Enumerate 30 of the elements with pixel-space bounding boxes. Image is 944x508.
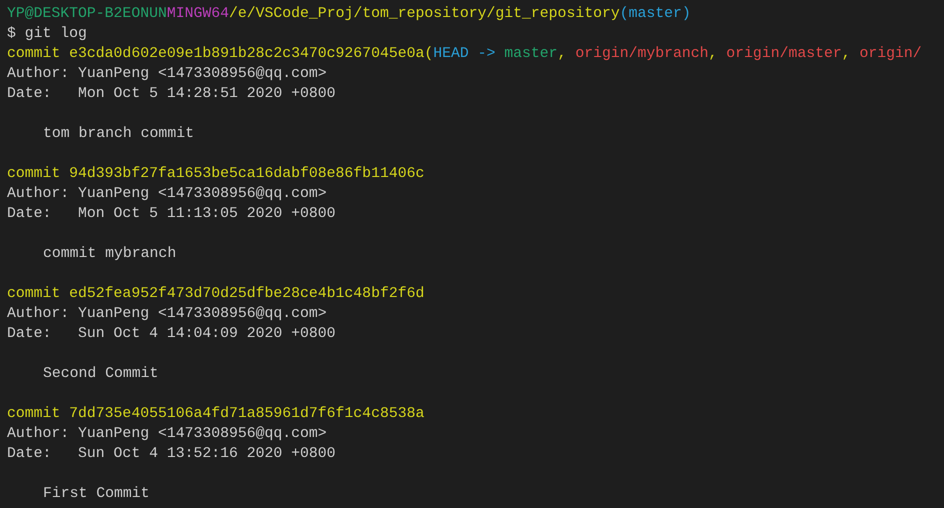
commit-message-text: First Commit bbox=[43, 486, 150, 502]
ref-name-text: master bbox=[504, 46, 558, 62]
ref-name-text: origin/master bbox=[726, 46, 842, 62]
author-text: Author: YuanPeng <1473308956@qq.com> bbox=[7, 66, 327, 82]
commit-hash-text: commit 94d393bf27fa1653be5ca16dabf08e86fb11406c bbox=[7, 166, 424, 182]
date-text: Date: Sun Oct 4 13:52:16 2020 +0800 bbox=[7, 446, 336, 462]
user-host-text: YP@DESKTOP-B2EONUN bbox=[7, 6, 167, 22]
commit-message-text: Second Commit bbox=[43, 366, 158, 382]
branch-text: (master) bbox=[620, 6, 691, 22]
commit-hash-text: commit ed52fea952f473d70d25dfbe28ce4b1c48bf2f6d bbox=[7, 286, 424, 302]
punctuation-text: , bbox=[842, 46, 852, 62]
punctuation-text: , bbox=[558, 46, 568, 62]
author-text: Author: YuanPeng <1473308956@qq.com> bbox=[7, 426, 327, 442]
system-text: MINGW64 bbox=[166, 6, 230, 22]
commit-message-text: commit mybranch bbox=[43, 246, 176, 262]
ref-name-text: origin/ bbox=[860, 46, 922, 62]
date-text: Date: Mon Oct 5 14:28:51 2020 +0800 bbox=[7, 86, 336, 102]
punctuation-text: , bbox=[708, 46, 718, 62]
author-text: Author: YuanPeng <1473308956@qq.com> bbox=[7, 186, 327, 202]
ref-name-text: HEAD -> bbox=[433, 46, 496, 62]
date-text: Date: Sun Oct 4 14:04:09 2020 +0800 bbox=[7, 326, 336, 342]
commit-message-text: tom branch commit bbox=[43, 126, 194, 142]
ref-name-text: origin/mybranch bbox=[575, 46, 709, 62]
punctuation-text: ( bbox=[424, 46, 434, 62]
commit-hash-text: commit e3cda0d602e09e1b891b28c2c3470c9267045e0a bbox=[7, 46, 424, 62]
path-text: /e/VSCode_Proj/tom_repository/git_repository bbox=[229, 6, 620, 22]
commit-hash-text: commit 7dd735e4055106a4fd71a85961d7f6f1c4c8538a bbox=[7, 406, 424, 422]
date-text: Date: Mon Oct 5 11:13:05 2020 +0800 bbox=[7, 206, 336, 222]
author-text: Author: YuanPeng <1473308956@qq.com> bbox=[7, 306, 327, 322]
command-text: $ git log bbox=[7, 26, 87, 42]
